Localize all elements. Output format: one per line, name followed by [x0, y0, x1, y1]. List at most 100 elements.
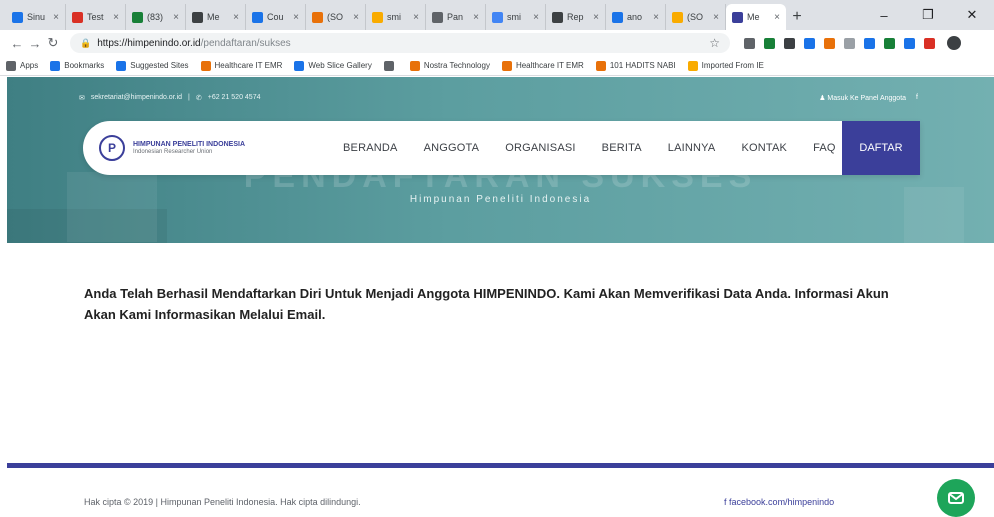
contact-email[interactable]: sekretariat@himpenindo.or.id: [91, 94, 182, 102]
nav-item-faq[interactable]: FAQ: [813, 142, 836, 154]
chat-icon: [948, 492, 964, 504]
bookmark-item[interactable]: Bookmarks: [50, 60, 105, 71]
close-tab-icon[interactable]: ×: [653, 12, 659, 23]
tab-favicon: [72, 11, 83, 23]
bookmark-item[interactable]: 101 HADITS NABI: [595, 60, 676, 71]
nav-item-beranda[interactable]: BERANDA: [343, 142, 398, 154]
tab-label: (SO: [327, 12, 344, 22]
extension-icon[interactable]: [744, 37, 755, 49]
bookmark-item[interactable]: Nostra Technology: [409, 60, 490, 71]
close-tab-icon[interactable]: ×: [233, 12, 239, 23]
extension-icon[interactable]: [844, 37, 855, 49]
close-tab-icon[interactable]: ×: [713, 12, 719, 23]
member-panel-link[interactable]: ♟ Masuk Ke Panel Anggota: [819, 94, 906, 102]
tab-strip: Sinu × Test × (83) × Me × Cou × (SO × smi × Pan × smi × Re…: [6, 4, 786, 30]
tab-favicon: [12, 11, 23, 23]
maximize-button[interactable]: ❐: [906, 0, 950, 30]
chat-button[interactable]: [937, 479, 975, 517]
tab-favicon: [552, 11, 563, 23]
contact-phone[interactable]: +62 21 520 4574: [208, 94, 261, 102]
browser-tab[interactable]: Rep ×: [546, 4, 606, 30]
extension-icon[interactable]: [924, 37, 935, 49]
bookmark-item[interactable]: Healthcare IT EMR: [200, 60, 283, 71]
browser-tab[interactable]: ano ×: [606, 4, 666, 30]
extension-icon[interactable]: [864, 37, 875, 49]
bookmark-label: Healthcare IT EMR: [214, 61, 283, 70]
bookmark-item[interactable]: Web Slice Gallery: [294, 60, 372, 71]
bookmark-item[interactable]: Healthcare IT EMR: [501, 60, 584, 71]
lock-icon: 🔒: [80, 37, 92, 48]
profile-avatar[interactable]: [947, 36, 961, 50]
browser-tab[interactable]: Pan ×: [426, 4, 486, 30]
minimize-button[interactable]: –: [862, 0, 906, 30]
close-tab-icon[interactable]: ×: [774, 12, 780, 23]
tab-label: (SO: [687, 12, 704, 22]
facebook-icon[interactable]: f: [916, 94, 918, 102]
bookmark-item[interactable]: Imported From IE: [687, 60, 764, 71]
tab-label: Me: [207, 12, 220, 22]
site-logo[interactable]: P HIMPUNAN PENELITI INDONESIA Indonesian…: [99, 135, 309, 161]
url-field[interactable]: 🔒 https://himpenindo.or.id/pendaftaran/s…: [70, 33, 730, 53]
bookmark-icon: [116, 60, 127, 71]
tab-favicon: [192, 11, 203, 23]
browser-tab[interactable]: (SO ×: [306, 4, 366, 30]
browser-tab[interactable]: Sinu ×: [6, 4, 66, 30]
browser-tab[interactable]: smi ×: [486, 4, 546, 30]
browser-tab[interactable]: Me ×: [726, 4, 786, 30]
browser-tab[interactable]: Test ×: [66, 4, 126, 30]
close-tab-icon[interactable]: ×: [113, 12, 119, 23]
close-tab-icon[interactable]: ×: [293, 12, 299, 23]
forward-icon[interactable]: →: [26, 36, 44, 51]
facebook-link[interactable]: f facebook.com/himpenindo: [724, 497, 834, 507]
mail-icon: ✉: [79, 95, 85, 102]
main-navbar: P HIMPUNAN PENELITI INDONESIA Indonesian…: [83, 121, 920, 175]
tab-favicon: [492, 11, 503, 23]
nav-item-kontak[interactable]: KONTAK: [741, 142, 787, 154]
logo-name: HIMPUNAN PENELITI INDONESIA: [133, 141, 246, 148]
extension-icon[interactable]: [904, 37, 915, 49]
extension-icon[interactable]: [784, 37, 795, 49]
browser-tab[interactable]: Me ×: [186, 4, 246, 30]
phone-icon: ✆: [195, 95, 202, 102]
star-icon[interactable]: ☆: [709, 36, 720, 50]
footer-divider: [7, 463, 994, 468]
bookmark-label: 101 HADITS NABI: [609, 61, 676, 70]
tab-label: Me: [747, 12, 760, 22]
extension-icon[interactable]: [824, 37, 835, 49]
nav-item-lainnya[interactable]: LAINNYA: [668, 142, 716, 154]
register-button[interactable]: DAFTAR: [842, 121, 920, 175]
extension-icon[interactable]: [804, 37, 815, 49]
browser-tab[interactable]: Cou ×: [246, 4, 306, 30]
bookmark-label: Bookmarks: [64, 61, 105, 70]
close-tab-icon[interactable]: ×: [533, 12, 539, 23]
browser-tab-bar: Sinu × Test × (83) × Me × Cou × (SO × smi × Pan × smi × Re…: [0, 0, 994, 30]
bookmark-item[interactable]: Suggested Sites: [116, 60, 189, 71]
tab-favicon: [132, 11, 143, 23]
close-tab-icon[interactable]: ×: [53, 12, 59, 23]
bookmark-icon: [294, 60, 305, 71]
nav-item-anggota[interactable]: ANGGOTA: [424, 142, 480, 154]
tab-label: Rep: [567, 12, 584, 22]
reload-icon[interactable]: ↻: [44, 35, 62, 51]
nav-item-berita[interactable]: BERITA: [602, 142, 642, 154]
new-tab-button[interactable]: +: [786, 4, 808, 30]
browser-tab[interactable]: (SO ×: [666, 4, 726, 30]
close-window-button[interactable]: ✕: [950, 0, 994, 30]
close-tab-icon[interactable]: ×: [593, 12, 599, 23]
url-path: /pendaftaran/sukses: [200, 37, 291, 49]
tab-label: smi: [507, 12, 521, 22]
bookmark-item[interactable]: Apps: [6, 60, 38, 71]
back-icon[interactable]: ←: [8, 36, 26, 51]
close-tab-icon[interactable]: ×: [473, 12, 479, 23]
close-tab-icon[interactable]: ×: [173, 12, 179, 23]
tab-favicon: [372, 11, 383, 23]
extension-icon[interactable]: [764, 37, 775, 49]
nav-item-organisasi[interactable]: ORGANISASI: [505, 142, 575, 154]
tab-label: Pan: [447, 12, 464, 22]
bookmark-item[interactable]: [383, 60, 398, 71]
browser-tab[interactable]: (83) ×: [126, 4, 186, 30]
close-tab-icon[interactable]: ×: [413, 12, 419, 23]
extension-icon[interactable]: [884, 37, 895, 49]
close-tab-icon[interactable]: ×: [353, 12, 359, 23]
browser-tab[interactable]: smi ×: [366, 4, 426, 30]
